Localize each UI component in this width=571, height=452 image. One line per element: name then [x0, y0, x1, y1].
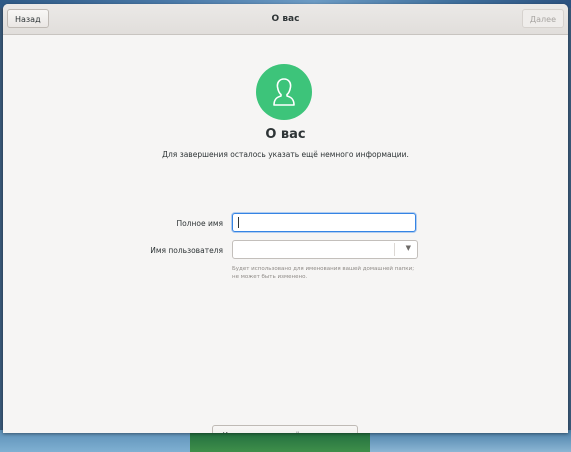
fullname-label: Полное имя [176, 219, 223, 228]
username-combobox[interactable]: ▼ [232, 240, 418, 259]
header-bar: Назад О вас Далее [3, 4, 568, 35]
username-hint: Будет использовано для именования вашей … [232, 266, 415, 280]
page-title: О вас [265, 127, 306, 142]
user-avatar-icon[interactable] [256, 64, 312, 120]
setup-window: Назад О вас Далее О вас Для завершения о… [3, 4, 568, 433]
username-label: Имя пользователя [150, 246, 223, 255]
desktop-background-bottom [0, 430, 571, 452]
page-subtitle: Для завершения осталось указать ещё немн… [162, 150, 409, 159]
person-icon [273, 78, 295, 106]
back-button[interactable]: Назад [7, 9, 49, 28]
next-button[interactable]: Далее [521, 9, 564, 28]
main-content: О вас Для завершения осталось указать ещ… [3, 35, 568, 433]
chevron-down-icon[interactable]: ▼ [406, 244, 411, 252]
window-title: О вас [271, 14, 300, 24]
text-caret [238, 217, 239, 228]
fullname-input[interactable] [232, 213, 416, 232]
enterprise-login-button[interactable]: Корпоративная учётная запись [212, 425, 358, 433]
